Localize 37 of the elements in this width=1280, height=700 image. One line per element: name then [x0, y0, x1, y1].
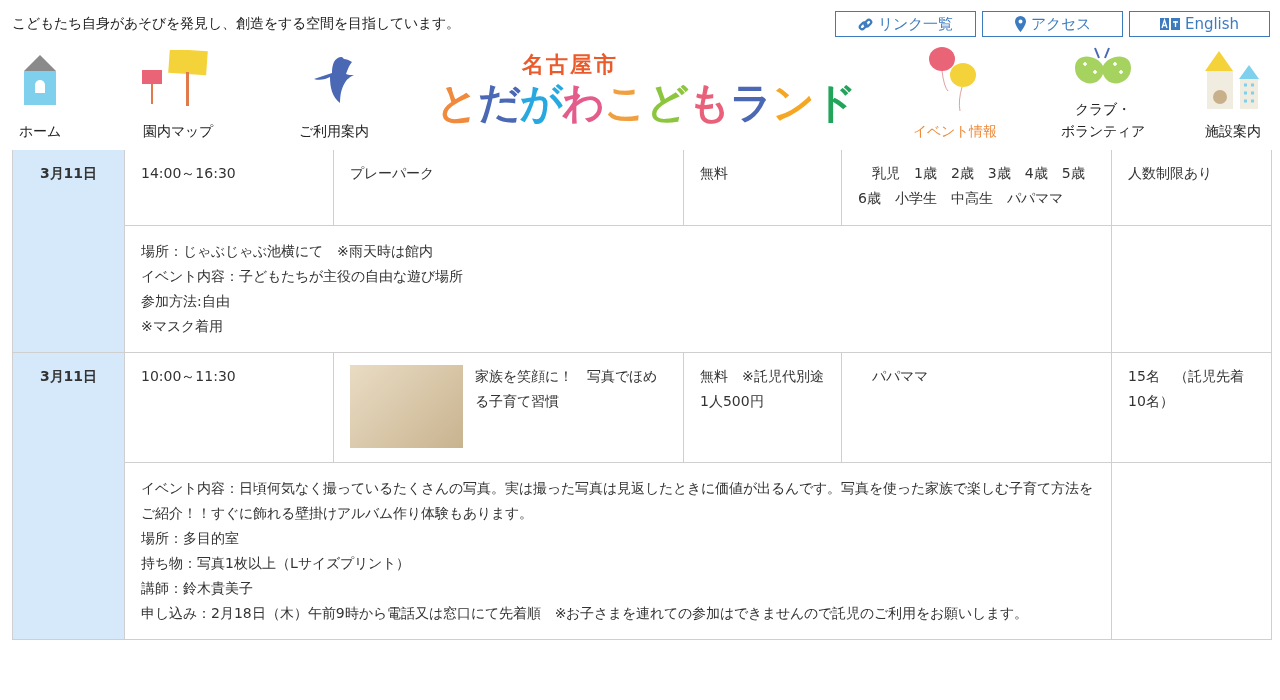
nav-item[interactable]: 施設案内 — [1196, 40, 1270, 150]
translate-icon — [1159, 18, 1180, 30]
buildings-icon — [1205, 51, 1261, 109]
event-time: 14:00～16:30 — [125, 150, 333, 225]
event-detail-line: 講師：鈴木貴美子 — [141, 579, 254, 598]
nav-item[interactable]: ご利用案内 — [276, 40, 392, 150]
bird-icon — [314, 55, 354, 105]
nav-item[interactable]: 園内マップ — [80, 40, 276, 150]
event-detail-line: 場所：じゃぶじゃぶ池横にて ※雨天時は館内 — [141, 242, 434, 261]
house-icon — [22, 55, 58, 105]
event-target: パパママ — [842, 353, 1111, 462]
event-date: 3月11日 — [13, 353, 124, 639]
event-title: プレーパーク — [334, 150, 683, 225]
event-detail-line: 持ち物：写真1枚以上（Lサイズプリント） — [141, 554, 411, 573]
event-detail-line: 参加方法:自由 — [141, 292, 231, 311]
event-detail-line: イベント内容：子どもたちが主役の自由な遊び場所 — [141, 267, 464, 286]
link-icon — [858, 16, 873, 32]
event-title: 家族を笑顔に！ 写真でほめる子育て習慣 — [475, 367, 658, 411]
header-link-button[interactable]: リンク一覧 — [835, 11, 976, 37]
event-capacity: 15名 （託児先着10名） — [1112, 353, 1271, 462]
event-detail-line: 場所：多目的室 — [141, 529, 240, 548]
header-link-button[interactable]: アクセス — [982, 11, 1123, 37]
site-logo[interactable]: 名古屋市 とだがわこどもランド — [392, 40, 900, 150]
event-detail-line: イベント内容：日頃何気なく撮っているたくさんの写真。実は撮った写真は見返したときに価値が出るんです。写真を使った家族で楽しむ子育て方法をご紹介！！すぐに飾れる壁掛けアルバム作り体験もあります。 — [141, 479, 1094, 523]
site-tagline: こどもたち自身があそびを発見し、創造をする空間を目指しています。 — [12, 15, 460, 33]
event-date: 3月11日 — [13, 150, 124, 352]
event-time: 10:00～11:30 — [125, 353, 333, 462]
event-fee: 無料 — [684, 150, 841, 225]
header-link-button[interactable]: English — [1129, 11, 1270, 37]
nav-item[interactable]: クラブ・ ボランティア — [1010, 40, 1196, 150]
event-detail-line: 申し込み：2月18日（木）午前9時から電話又は窓口にて先着順 ※お子さまを連れての参加はできませんので託児のご利用をお願いします。 — [141, 604, 1030, 623]
event-detail-line: ※マスク着用 — [141, 317, 224, 336]
event-fee: 無料 ※託児代別途 1人500円 — [684, 353, 841, 462]
event-capacity: 人数制限あり — [1112, 150, 1271, 225]
map-pin-icon — [1014, 16, 1026, 32]
event-target: 乳児 1歳 2歳 3歳 4歳 5歳 6歳 小学生 中高生 パパママ — [842, 150, 1111, 225]
nav-item[interactable]: ホーム — [0, 40, 80, 150]
